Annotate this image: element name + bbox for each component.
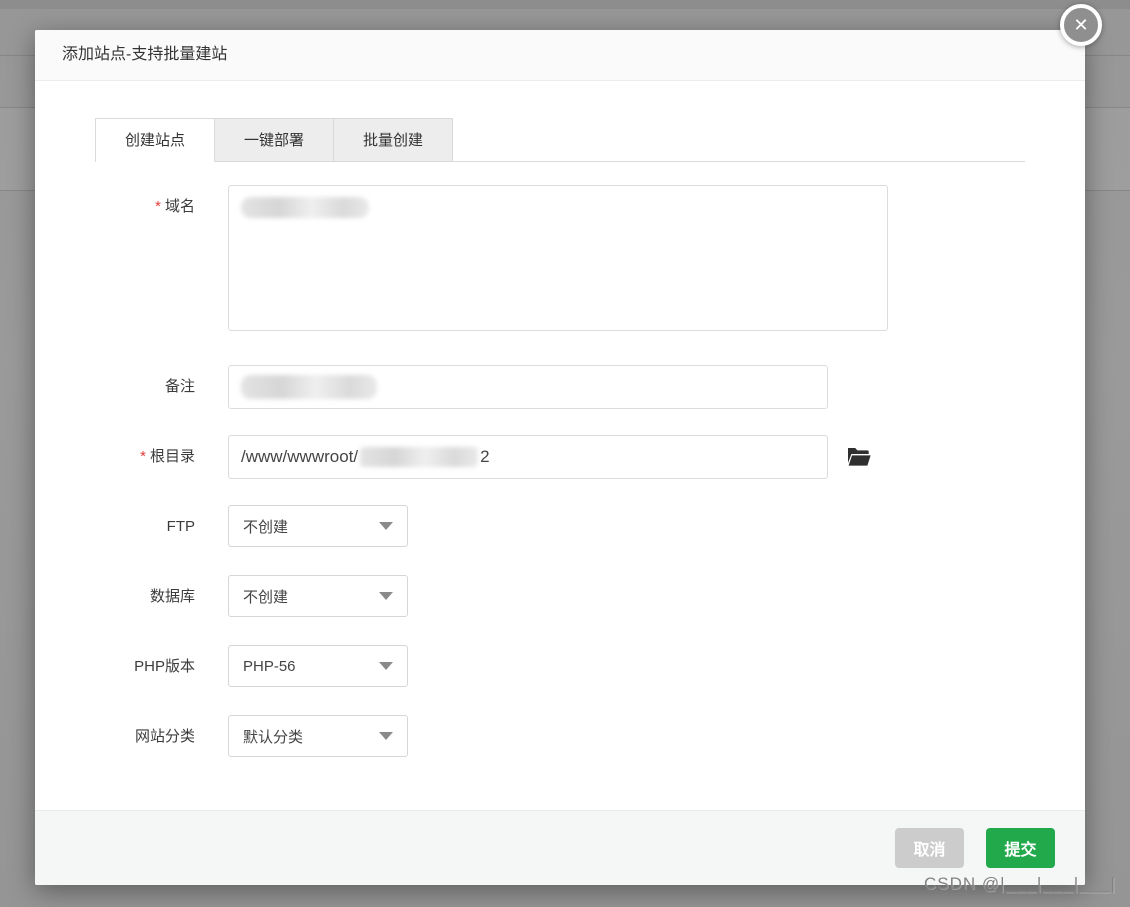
dialog-header: 添加站点-支持批量建站 — [35, 30, 1085, 81]
add-site-dialog: ✕ 添加站点-支持批量建站 创建站点 一键部署 批量创建 *域名 备注 — [35, 30, 1085, 885]
close-icon: ✕ — [1073, 16, 1088, 34]
tab-one-click-deploy[interactable]: 一键部署 — [214, 118, 334, 161]
root-dir-suffix: 2 — [480, 447, 489, 467]
root-dir-control: /www/wwwroot/ 2 — [228, 435, 871, 479]
background-top-strip — [0, 0, 1130, 9]
required-asterisk: * — [155, 198, 161, 215]
csdn-watermark: CSDN @|___|___|___| — [924, 874, 1116, 894]
browse-directory-button[interactable] — [845, 444, 871, 470]
create-site-form: *域名 备注 *根目录 /www/wwwr — [95, 162, 1025, 759]
root-dir-row: *根目录 /www/wwwroot/ 2 — [95, 435, 1025, 479]
note-label: 备注 — [95, 365, 195, 409]
site-category-select[interactable]: 默认分类 — [228, 715, 408, 757]
ftp-selected-value: 不创建 — [243, 516, 379, 537]
database-select[interactable]: 不创建 — [228, 575, 408, 617]
ftp-label: FTP — [95, 505, 195, 549]
dialog-title: 添加站点-支持批量建站 — [35, 30, 1085, 80]
ftp-row: FTP 不创建 — [95, 505, 1025, 549]
note-row: 备注 — [95, 365, 1025, 409]
php-version-label: PHP版本 — [95, 645, 195, 689]
redacted-note-value — [241, 375, 377, 399]
root-dir-prefix: /www/wwwroot/ — [241, 447, 358, 467]
submit-button[interactable]: 提交 — [986, 828, 1055, 868]
domain-row: *域名 — [95, 185, 1025, 331]
root-dir-label: *根目录 — [95, 435, 195, 479]
database-row: 数据库 不创建 — [95, 575, 1025, 619]
php-version-row: PHP版本 PHP-56 — [95, 645, 1025, 689]
site-category-selected-value: 默认分类 — [243, 726, 379, 747]
chevron-down-icon — [379, 592, 393, 600]
site-category-row: 网站分类 默认分类 — [95, 715, 1025, 759]
folder-open-icon — [846, 446, 871, 468]
chevron-down-icon — [379, 732, 393, 740]
dialog-body: 创建站点 一键部署 批量创建 *域名 备注 — [35, 81, 1085, 810]
tab-batch-create[interactable]: 批量创建 — [333, 118, 453, 161]
root-dir-input[interactable]: /www/wwwroot/ 2 — [228, 435, 828, 479]
database-selected-value: 不创建 — [243, 586, 379, 607]
required-asterisk: * — [140, 448, 146, 465]
chevron-down-icon — [379, 662, 393, 670]
domain-textarea[interactable] — [228, 185, 888, 331]
domain-label: *域名 — [95, 185, 195, 331]
ftp-select[interactable]: 不创建 — [228, 505, 408, 547]
database-label: 数据库 — [95, 575, 195, 619]
site-category-label: 网站分类 — [95, 715, 195, 759]
redacted-root-dir-segment — [360, 447, 478, 467]
tab-create-site[interactable]: 创建站点 — [95, 118, 215, 162]
close-button[interactable]: ✕ — [1060, 4, 1102, 46]
redacted-domain-value — [241, 197, 369, 218]
php-version-selected-value: PHP-56 — [243, 658, 379, 675]
note-input[interactable] — [228, 365, 828, 409]
chevron-down-icon — [379, 522, 393, 530]
tab-bar: 创建站点 一键部署 批量创建 — [95, 118, 1025, 162]
php-version-select[interactable]: PHP-56 — [228, 645, 408, 687]
cancel-button[interactable]: 取消 — [895, 828, 964, 868]
